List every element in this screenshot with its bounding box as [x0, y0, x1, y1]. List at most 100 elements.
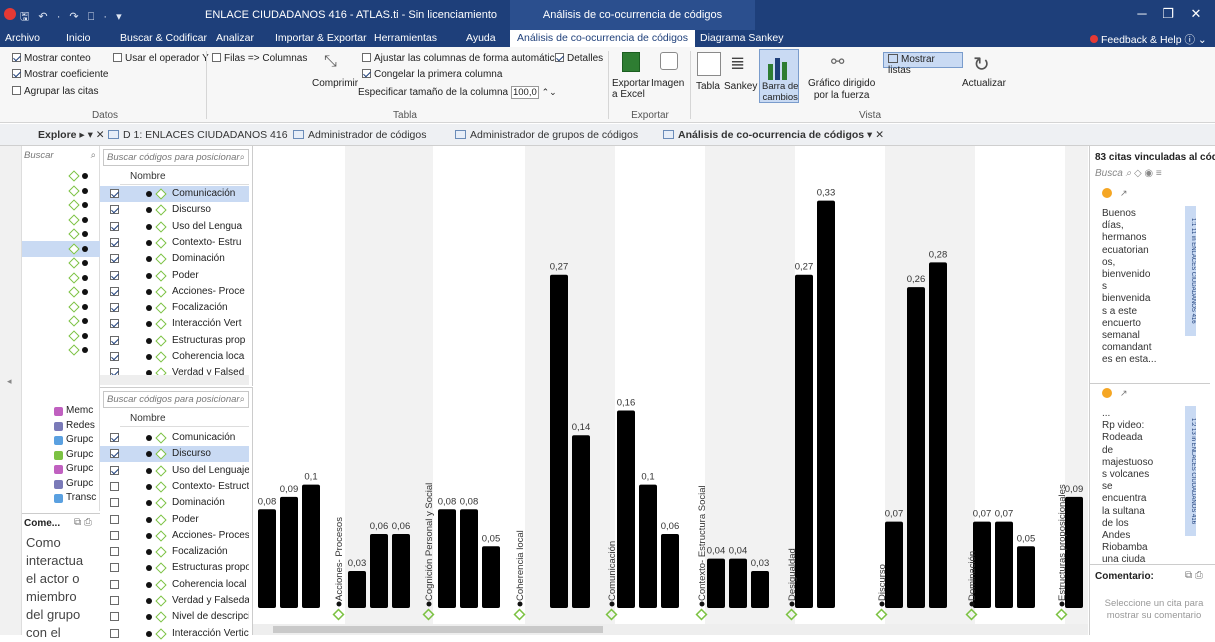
code-checkbox[interactable]: [110, 254, 119, 264]
chart-bar[interactable]: [707, 558, 725, 608]
comment-actions-icon[interactable]: ⧉ ⎙: [74, 517, 92, 528]
code-checkbox[interactable]: [110, 352, 119, 361]
agrupar-citas-checkbox[interactable]: Agrupar las citas: [12, 86, 98, 97]
code-checkbox[interactable]: [110, 612, 119, 622]
quick-access-toolbar[interactable]: 🖫 ↶ · ↷ ⎕ · ▾: [20, 8, 125, 27]
code-row[interactable]: Acciones- Proce: [100, 284, 249, 300]
code-row[interactable]: Discurso: [100, 202, 249, 218]
chart-bar[interactable]: [1017, 546, 1035, 608]
congelar-columna-checkbox[interactable]: Congelar la primera columna: [362, 69, 502, 80]
filas-columnas-checkbox[interactable]: Filas => Columnas: [212, 53, 307, 64]
code-row[interactable]: Dominación: [100, 495, 249, 511]
code-checkbox[interactable]: [110, 530, 119, 540]
code-row[interactable]: Estructuras prop: [100, 333, 249, 349]
explorer-search[interactable]: Buscar ⌕: [24, 150, 98, 165]
chart-bar[interactable]: [661, 533, 679, 608]
code-checkbox[interactable]: [110, 270, 119, 280]
code-checkbox[interactable]: [110, 547, 119, 557]
mostrar-conteo-checkbox[interactable]: Mostrar conteo: [12, 53, 91, 64]
left-collapse-strip[interactable]: ◂: [0, 146, 22, 635]
tamano-columna-input[interactable]: 100,0: [510, 86, 539, 99]
code-checkbox[interactable]: [110, 303, 119, 313]
code-checkbox[interactable]: [110, 221, 119, 231]
quotations-search[interactable]: Busca ⌕ ◇ ◉ ≡: [1095, 168, 1162, 179]
code-checkbox[interactable]: [110, 628, 119, 638]
expand-arrow-icon[interactable]: ↗: [1120, 188, 1128, 199]
code-row[interactable]: Coherencia local: [100, 577, 249, 593]
mostrar-listas-toggle[interactable]: Mostrar listas: [883, 52, 963, 76]
code-checkbox[interactable]: [110, 514, 119, 524]
tab-cooccurrence[interactable]: Análisis de co-ocurrencia de códigos ▾ ✕: [663, 129, 884, 141]
code-row[interactable]: Poder: [100, 512, 249, 528]
menu-analisis-coocurrencia[interactable]: Análisis de co-ocurrencia de códigos: [510, 30, 696, 47]
menu-importar-exportar[interactable]: Importar & Exportar: [275, 32, 367, 44]
code-row[interactable]: Discurso: [100, 446, 249, 463]
code-checkbox[interactable]: [110, 286, 119, 296]
chart-bar[interactable]: [817, 200, 835, 608]
code-row[interactable]: Interacción Vertica: [100, 626, 249, 642]
compress-icon[interactable]: ⤡: [324, 53, 342, 71]
code-row[interactable]: Contexto- Estructu: [100, 479, 249, 495]
code-row[interactable]: Interacción Vert: [100, 316, 249, 332]
ajustar-columnas-checkbox[interactable]: Ajustar las columnas de forma automática: [362, 53, 560, 64]
code-checkbox[interactable]: [110, 481, 119, 491]
force-graph-icon[interactable]: ⚯: [831, 52, 853, 74]
code-row[interactable]: Comunicación: [100, 430, 249, 446]
image-icon[interactable]: [660, 52, 678, 70]
code-row[interactable]: Poder: [100, 268, 249, 284]
quotation-1[interactable]: Buenos días, hermanos ecuatorian os, bienveni…: [1102, 208, 1156, 367]
menu-inicio[interactable]: Inicio: [66, 32, 91, 44]
code-row[interactable]: Uso del Lenguaje: [100, 463, 249, 479]
chart-bar[interactable]: [370, 533, 388, 608]
maximize-icon[interactable]: ❐: [1156, 6, 1180, 22]
chart-bar[interactable]: [438, 509, 456, 608]
operador-y-checkbox[interactable]: Usar el operador Y: [113, 53, 209, 64]
actualizar-button[interactable]: Actualizar: [962, 78, 1006, 89]
chart-bar[interactable]: [617, 410, 635, 608]
barra-cambios-button[interactable]: Barra de cambios: [759, 49, 799, 103]
code-checkbox[interactable]: [110, 189, 119, 198]
code-checkbox[interactable]: [110, 335, 119, 345]
code-checkbox[interactable]: [110, 498, 119, 508]
codes-header-rows[interactable]: Nombre: [120, 170, 249, 185]
chart-bar[interactable]: [392, 533, 410, 608]
chart-bar[interactable]: [482, 546, 500, 608]
code-row[interactable]: Contexto- Estru: [100, 235, 249, 251]
menu-herramientas[interactable]: Herramientas: [374, 32, 437, 44]
excel-icon[interactable]: [622, 52, 640, 72]
code-row[interactable]: Uso del Lengua: [100, 219, 249, 235]
chart-hscroll-thumb[interactable]: [273, 626, 603, 633]
collapse-arrow-icon[interactable]: ◂: [7, 376, 12, 387]
code-checkbox[interactable]: [110, 205, 119, 215]
code-row[interactable]: Estructuras propos: [100, 560, 249, 576]
chart-bar[interactable]: [550, 274, 568, 608]
chart-bar[interactable]: [258, 509, 276, 608]
tab-explorer[interactable]: Explore ▸ ▾ ✕: [38, 129, 105, 141]
code-row[interactable]: Acciones- Procesos: [100, 528, 249, 544]
feedback-help-button[interactable]: Feedback & Help ⓘ ⌄: [1090, 32, 1207, 47]
code-checkbox[interactable]: [110, 237, 119, 247]
menu-diagrama-sankey[interactable]: Diagrama Sankey: [700, 32, 783, 44]
code-row[interactable]: Nivel de descripció: [100, 609, 249, 625]
code-row[interactable]: Dominación: [100, 251, 249, 267]
expand-arrow-icon[interactable]: ↗: [1120, 388, 1128, 399]
tab-document[interactable]: D 1: ENLACES CIUDADANOS 416: [108, 129, 288, 141]
mostrar-coeficiente-checkbox[interactable]: Mostrar coeficiente: [12, 69, 108, 80]
codes-search-columns[interactable]: Buscar códigos para posicionar ⌕: [103, 391, 249, 408]
code-checkbox[interactable]: [110, 449, 119, 459]
sankey-icon[interactable]: ≣: [730, 52, 752, 76]
imagen-button[interactable]: Imagen: [651, 78, 684, 89]
chart-bar[interactable]: [729, 558, 747, 608]
code-row[interactable]: Coherencia loca: [100, 349, 249, 365]
chart-bar[interactable]: [929, 262, 947, 608]
codes-search-rows[interactable]: Buscar códigos para posicionar ⌕: [103, 149, 249, 166]
explorer-item[interactable]: Transc: [22, 491, 100, 507]
menu-analizar[interactable]: Analizar: [216, 32, 254, 44]
detalles-checkbox[interactable]: Detalles: [555, 53, 603, 64]
menu-archivo[interactable]: Archivo: [5, 32, 40, 44]
chart-bar[interactable]: [280, 496, 298, 608]
sankey-button[interactable]: Sankey: [724, 81, 757, 92]
code-checkbox[interactable]: [110, 563, 119, 573]
code-checkbox[interactable]: [110, 596, 119, 605]
code-checkbox[interactable]: [110, 433, 119, 442]
